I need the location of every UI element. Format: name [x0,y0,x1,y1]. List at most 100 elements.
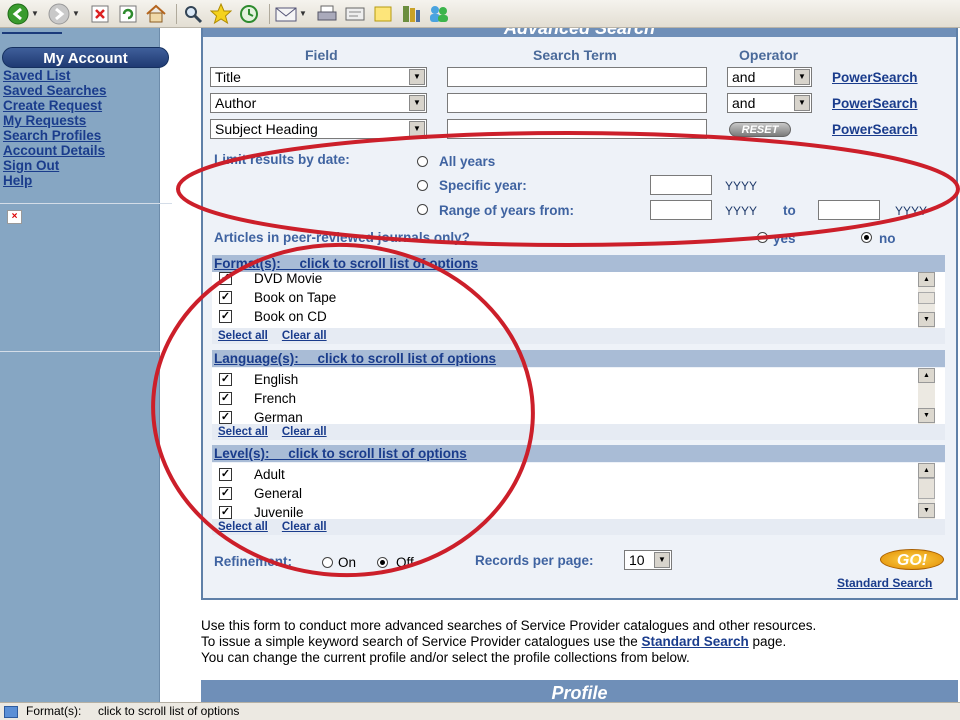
mail-icon[interactable] [274,3,298,25]
refinement-on-radio[interactable] [322,557,333,568]
scroll-up-icon[interactable]: ▲ [918,463,935,478]
mail-dropdown-icon[interactable]: ▼ [299,9,309,18]
info-text: Use this form to conduct more advanced s… [201,618,956,666]
standard-search-inline-link[interactable]: Standard Search [641,634,748,649]
search-icon[interactable] [181,3,205,25]
browser-toolbar: ▼ ▼ ▼ [0,0,960,28]
levels-scrollbar[interactable]: ▲ ▼ [918,463,935,520]
page-icon [4,705,18,718]
format-label: DVD Movie [254,271,323,286]
range-from-input[interactable] [650,200,712,220]
search-term-input-3[interactable] [447,119,707,139]
operator-select-1[interactable]: and ▼ [727,67,812,87]
scroll-down-icon[interactable]: ▼ [918,312,935,327]
account-details-link[interactable]: Account Details [3,143,107,158]
list-item[interactable]: ✓ Book on Tape [219,288,336,307]
language-label: German [254,410,303,425]
scroll-thumb[interactable] [918,292,935,304]
back-dropdown-icon[interactable]: ▼ [31,9,41,18]
select-all-link[interactable]: Select all [218,426,268,438]
scroll-up-icon[interactable]: ▲ [918,368,935,383]
research-icon[interactable] [399,3,423,25]
peer-no-radio[interactable] [861,232,872,243]
powersearch-link-1[interactable]: PowerSearch [832,70,918,85]
field-select-2[interactable]: Author ▼ [210,93,427,113]
stop-icon[interactable] [88,3,112,25]
languages-header[interactable]: Language(s): click to scroll list of opt… [212,350,945,367]
discuss-icon[interactable] [371,3,395,25]
checkbox-checked[interactable]: ✓ [219,506,232,519]
checkbox-checked[interactable]: ✓ [219,392,232,405]
create-request-link[interactable]: Create Request [3,98,107,113]
formats-scrollbar[interactable]: ▲ ▼ [918,272,935,329]
reset-button[interactable]: RESET [729,122,791,137]
back-icon[interactable] [6,3,30,25]
sign-out-link[interactable]: Sign Out [3,158,107,173]
clear-all-link[interactable]: Clear all [282,521,327,533]
favorites-icon[interactable] [209,2,233,25]
list-item[interactable]: ✓ DVD Movie [219,269,322,288]
peer-yes-radio[interactable] [757,232,768,243]
range-to-input[interactable] [818,200,880,220]
checkbox-checked[interactable]: ✓ [219,411,232,424]
select-all-link[interactable]: Select all [218,330,268,342]
specific-year-input[interactable] [650,175,712,195]
refinement-off-radio[interactable] [377,557,388,568]
forward-icon[interactable] [47,3,71,25]
levels-header[interactable]: Level(s): click to scroll list of option… [212,445,945,462]
language-label: English [254,372,299,387]
account-sidebar: My Account Saved List Saved Searches Cre… [0,28,172,702]
specific-year-radio[interactable] [417,180,428,191]
clear-all-link[interactable]: Clear all [282,330,327,342]
format-label: Book on CD [254,309,327,324]
saved-list-link[interactable]: Saved List [3,68,107,83]
records-per-page-select[interactable]: 10 ▼ [624,550,672,570]
scroll-up-icon[interactable]: ▲ [918,272,935,287]
languages-select-clear: Select all Clear all [212,424,945,440]
info-line-2-pre: To issue a simple keyword search of Serv… [201,634,642,649]
checkbox-checked[interactable]: ✓ [219,272,232,285]
field-select-1[interactable]: Title ▼ [210,67,427,87]
edit-icon[interactable] [343,3,367,25]
history-icon[interactable] [237,3,261,25]
checkbox-checked[interactable]: ✓ [219,468,232,481]
print-icon[interactable] [315,3,339,25]
list-item[interactable]: ✓ General [219,484,302,503]
refresh-icon[interactable] [116,3,140,25]
checkbox-checked[interactable]: ✓ [219,291,232,304]
list-item[interactable]: ✓ French [219,389,296,408]
yyyy-hint: YYYY [725,204,758,218]
toolbar-separator [269,3,270,24]
help-link[interactable]: Help [3,173,107,188]
messenger-icon[interactable] [427,3,451,25]
operator-select-2[interactable]: and ▼ [727,93,812,113]
saved-searches-link[interactable]: Saved Searches [3,83,107,98]
all-years-radio[interactable] [417,156,428,167]
scroll-down-icon[interactable]: ▼ [918,408,935,423]
powersearch-link-2[interactable]: PowerSearch [832,96,918,111]
list-item[interactable]: ✓ Adult [219,465,285,484]
checkbox-checked[interactable]: ✓ [219,310,232,323]
select-all-link[interactable]: Select all [218,521,268,533]
level-label: Juvenile [254,505,304,520]
year-range-radio[interactable] [417,204,428,215]
list-item[interactable]: ✓ English [219,370,298,389]
list-item[interactable]: ✓ Book on CD [219,307,327,326]
languages-scrollbar[interactable]: ▲ ▼ [918,368,935,425]
field-select-3[interactable]: Subject Heading ▼ [210,119,427,139]
checkbox-checked[interactable]: ✓ [219,487,232,500]
powersearch-link-3[interactable]: PowerSearch [832,122,918,137]
search-term-input-1[interactable] [447,67,707,87]
go-button[interactable]: GO! [880,549,944,570]
search-term-input-2[interactable] [447,93,707,113]
scroll-thumb[interactable] [918,478,935,499]
home-icon[interactable] [144,3,168,25]
clear-all-link[interactable]: Clear all [282,426,327,438]
search-profiles-link[interactable]: Search Profiles [3,128,107,143]
standard-search-link[interactable]: Standard Search [837,576,932,590]
my-requests-link[interactable]: My Requests [3,113,107,128]
forward-dropdown-icon[interactable]: ▼ [72,9,82,18]
year-range-label: Range of years from: [439,203,575,218]
checkbox-checked[interactable]: ✓ [219,373,232,386]
scroll-down-icon[interactable]: ▼ [918,503,935,518]
